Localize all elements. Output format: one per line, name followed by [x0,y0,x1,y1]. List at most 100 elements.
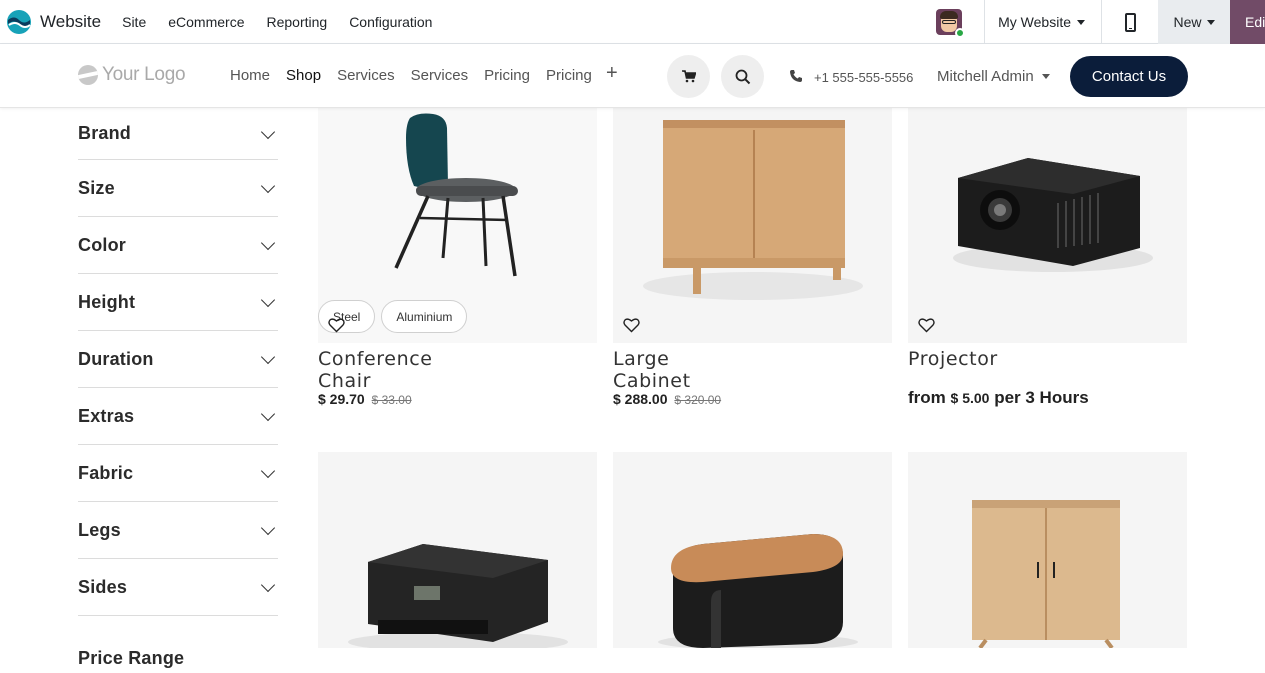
product-image[interactable] [318,452,597,648]
user-avatar[interactable] [936,9,966,38]
filter-legs[interactable]: Legs [78,502,278,559]
caret-down-icon [1077,19,1085,25]
product-image[interactable] [908,452,1187,648]
search-icon [735,69,750,84]
user-name: Mitchell Admin [937,68,1034,85]
cabinet-image [643,120,863,300]
nav-home[interactable]: Home [222,67,278,84]
filter-extras[interactable]: Extras [78,388,278,445]
cart-button[interactable] [667,55,710,98]
top-menu-site[interactable]: Site [111,14,157,30]
filter-label: Legs [78,519,121,540]
product-name[interactable]: Projector [908,348,998,370]
plus-icon[interactable]: + [606,62,618,85]
online-status-dot [955,28,966,38]
price-current: $ 288.00 [613,391,668,407]
top-menu: Site eCommerce Reporting Configuration [111,14,443,30]
site-logo[interactable]: Your Logo [78,64,186,86]
chevron-down-icon [260,178,276,194]
edit-label: Edi [1245,14,1265,30]
product-image[interactable] [908,108,1187,343]
website-header: Your Logo Home Shop Services Services Pr… [0,44,1265,108]
website-selector-label: My Website [998,14,1071,30]
app-name[interactable]: Website [40,12,101,32]
filter-brand[interactable]: Brand [78,108,278,160]
chevron-down-icon [260,406,276,422]
app-logo-icon[interactable] [6,9,32,35]
chevron-down-icon [260,124,276,139]
filter-label: Duration [78,348,154,369]
caret-down-icon [1206,19,1215,25]
heart-icon[interactable] [623,317,640,333]
filter-height[interactable]: Height [78,274,278,331]
site-nav: Home Shop Services Services Pricing Pric… [222,67,600,84]
filter-sides[interactable]: Sides [78,559,278,616]
top-menu-reporting[interactable]: Reporting [255,14,338,30]
price-suffix: per 3 Hours [994,388,1089,407]
variant-chip-aluminium[interactable]: Aluminium [381,300,468,333]
new-label: New [1173,14,1202,30]
search-button[interactable] [721,55,764,98]
filter-duration[interactable]: Duration [78,331,278,388]
caret-down-icon [1041,74,1050,79]
odoo-top-bar: Website Site eCommerce Reporting Configu… [0,0,1265,44]
website-selector[interactable]: My Website [985,14,1101,30]
product-price: from $ 5.00 per 3 Hours [908,388,1089,408]
filter-label: Color [78,234,126,255]
filter-label: Extras [78,405,135,426]
chevron-down-icon [260,349,276,365]
cable-box-image [658,534,858,648]
product-image[interactable] [613,108,892,343]
mobile-preview-icon [1124,12,1136,32]
nav-services-2[interactable]: Services [403,67,477,84]
price-prefix: from [908,388,946,407]
chevron-down-icon [260,463,276,479]
contact-phone[interactable]: +1 555-555-5556 [814,70,913,85]
wooden-cabinet-image [972,500,1120,648]
logo-mark-icon [78,65,98,85]
product-name[interactable]: Conference Chair [318,348,433,392]
product-image[interactable] [613,452,892,648]
nav-services[interactable]: Services [329,67,403,84]
projector-image [953,158,1153,272]
variant-chip-steel[interactable]: Steel [318,300,376,333]
chevron-down-icon [260,235,276,251]
product-name[interactable]: Large Cabinet [613,348,691,392]
price-old: $ 320.00 [674,393,722,407]
filter-label: Price Range [78,648,185,668]
phone-icon [790,70,802,82]
filter-price-range[interactable]: Price Range [78,616,278,673]
mobile-preview-button[interactable] [1102,0,1158,44]
top-menu-configuration[interactable]: Configuration [338,14,443,30]
filter-fabric[interactable]: Fabric [78,445,278,502]
filter-label: Height [78,291,136,312]
printer-image [348,544,568,648]
nav-pricing-2[interactable]: Pricing [538,67,600,84]
chevron-down-icon [260,577,276,593]
edit-button[interactable]: Edi [1230,0,1265,44]
filter-size[interactable]: Size [78,160,278,217]
chevron-down-icon [260,520,276,536]
price-old: $ 33.00 [371,393,412,407]
filter-label: Sides [78,576,128,597]
nav-shop[interactable]: Shop [278,67,329,84]
new-content-button[interactable]: New [1158,0,1230,44]
filter-label: Size [78,177,115,198]
top-menu-ecommerce[interactable]: eCommerce [157,14,255,30]
filter-label: Fabric [78,462,134,483]
logo-text: Your Logo [102,64,186,85]
price-current: $ 5.00 [950,390,990,406]
chevron-down-icon [260,292,276,308]
cart-icon [681,70,696,83]
filter-sidebar: Brand Size Color Height Duration Extras … [78,108,278,673]
nav-pricing[interactable]: Pricing [476,67,538,84]
heart-icon[interactable] [328,317,345,333]
top-bar-right: My Website New Edi [936,0,1265,44]
contact-us-button[interactable]: Contact Us [1070,56,1188,97]
product-price: $ 288.00 $ 320.00 [613,391,721,407]
user-menu[interactable]: Mitchell Admin [937,68,1050,85]
product-price: $ 29.70 $ 33.00 [318,391,412,407]
heart-icon[interactable] [918,317,935,333]
filter-color[interactable]: Color [78,217,278,274]
filter-label: Brand [78,123,132,143]
